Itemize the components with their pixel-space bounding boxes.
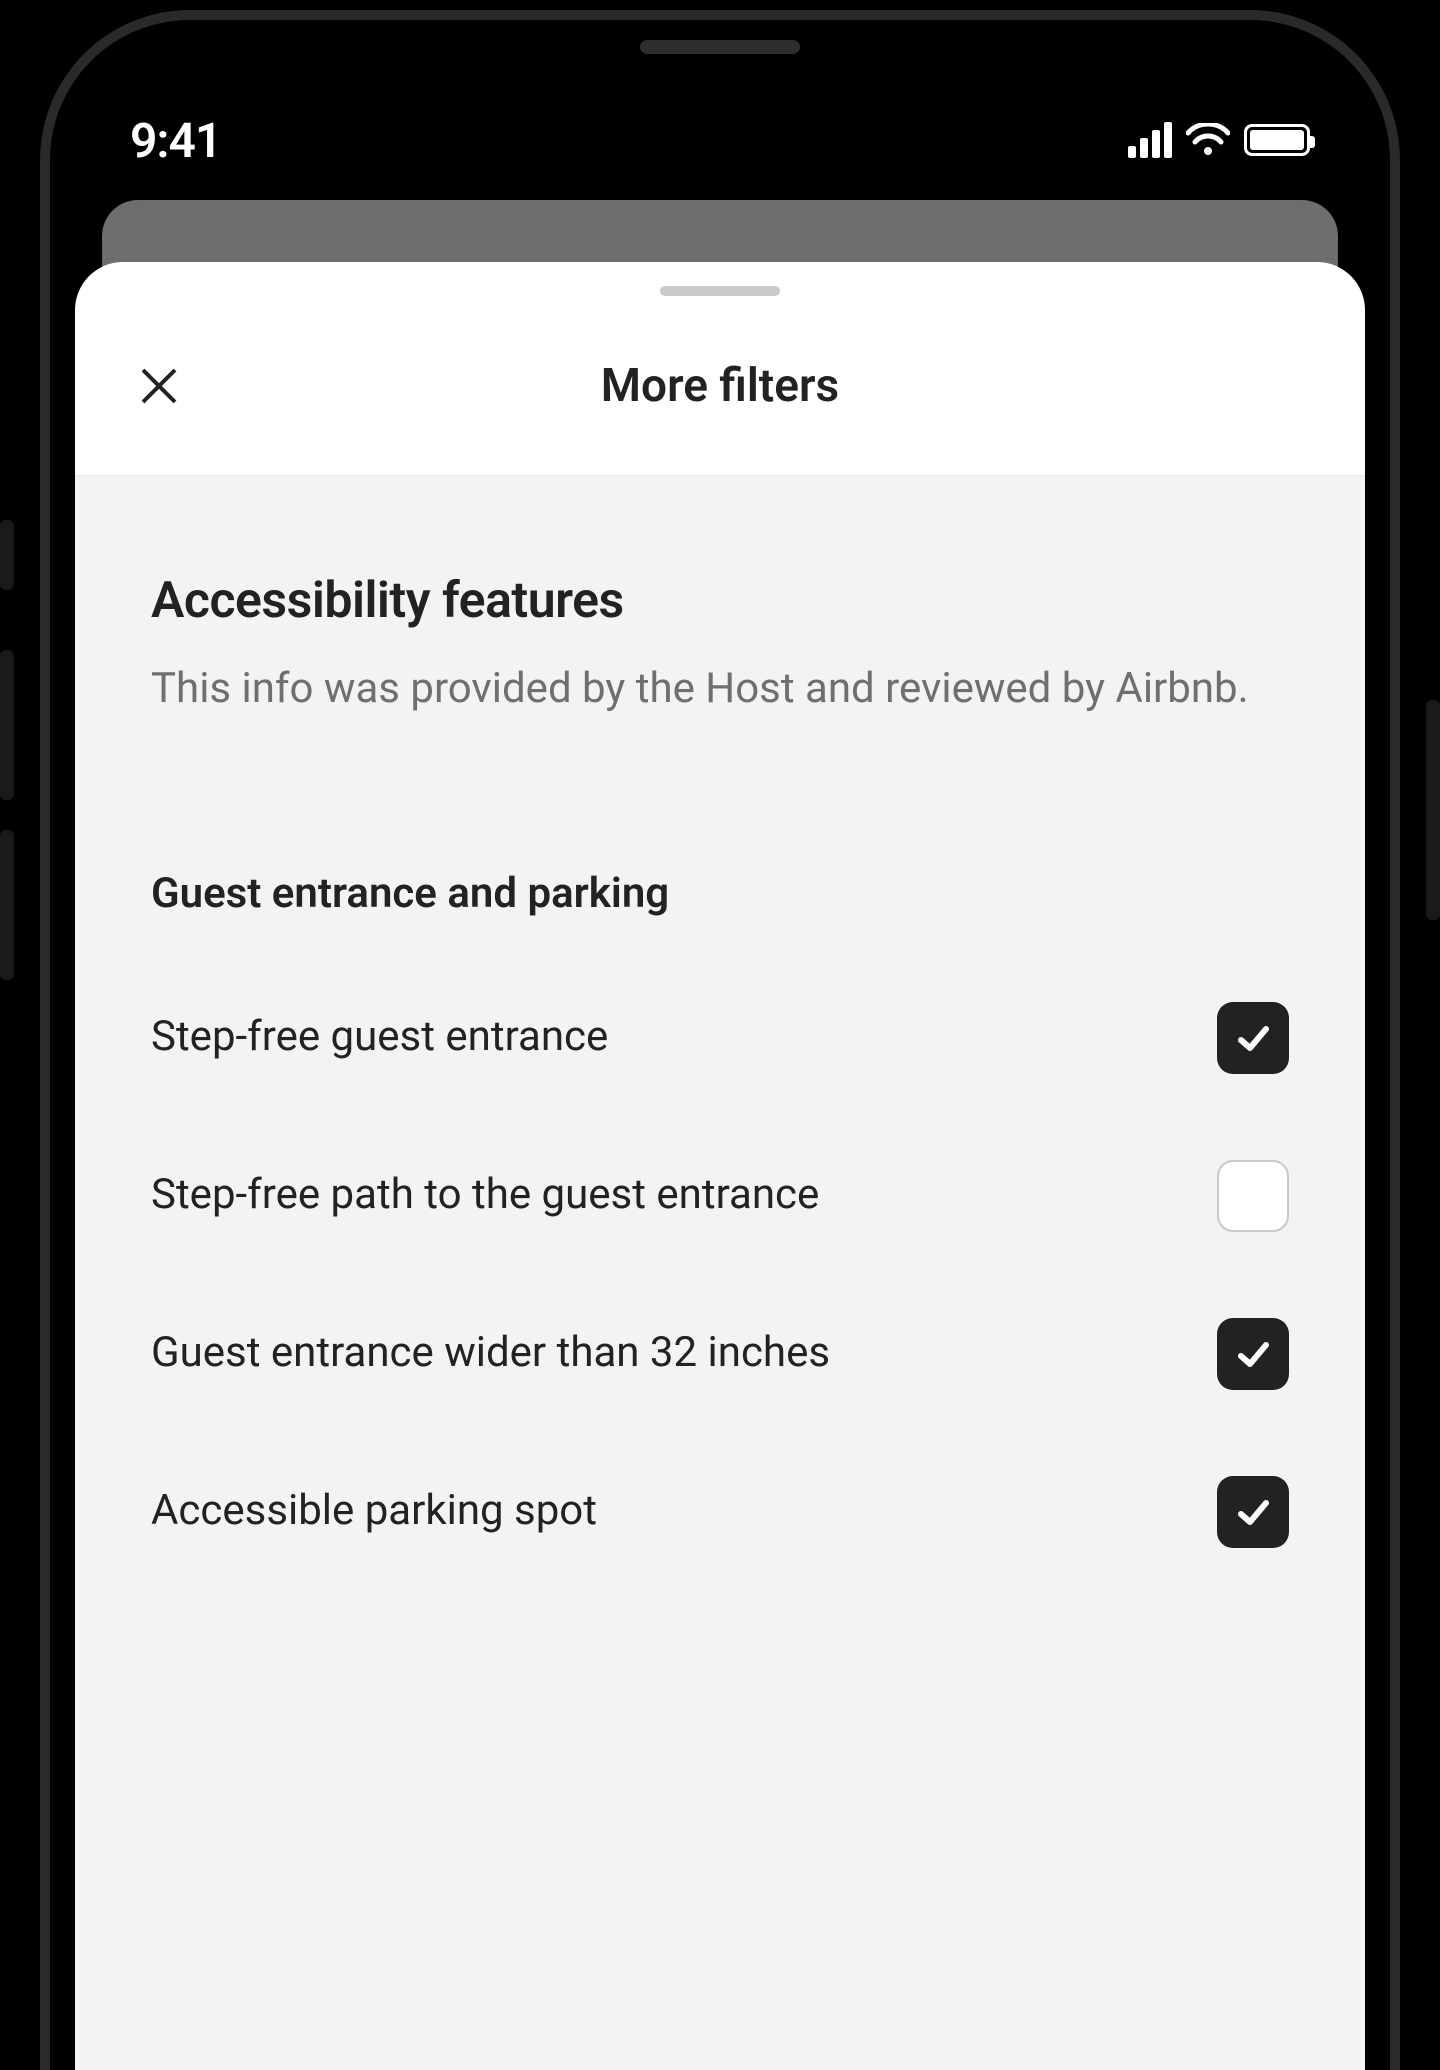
close-button[interactable] <box>129 356 189 416</box>
sheet-title: More filters <box>601 359 839 413</box>
option-row[interactable]: Accessible parking spot <box>151 1476 1289 1548</box>
check-icon <box>1233 1492 1273 1532</box>
sheet-body[interactable]: Accessibility features This info was pro… <box>75 476 1365 2070</box>
sheet-grabber[interactable] <box>660 286 780 296</box>
device-frame: 9:41 <box>0 0 1440 2070</box>
status-bar: 9:41 <box>130 100 1310 180</box>
checkbox-accessible-parking[interactable] <box>1217 1476 1289 1548</box>
volume-up-button <box>0 650 14 800</box>
checkbox-step-free-entrance[interactable] <box>1217 1002 1289 1074</box>
option-row[interactable]: Step-free guest entrance <box>151 1002 1289 1074</box>
option-row[interactable]: Guest entrance wider than 32 inches <box>151 1318 1289 1390</box>
group-title: Guest entrance and parking <box>151 869 1289 918</box>
wifi-icon <box>1186 123 1230 157</box>
option-label: Guest entrance wider than 32 inches <box>151 1325 830 1382</box>
check-icon <box>1233 1334 1273 1374</box>
close-icon <box>137 364 181 408</box>
check-icon <box>1233 1018 1273 1058</box>
option-label: Accessible parking spot <box>151 1483 597 1540</box>
power-button <box>1426 700 1440 920</box>
section-description: This info was provided by the Host and r… <box>151 660 1289 719</box>
cellular-signal-icon <box>1128 122 1172 158</box>
option-label: Step-free guest entrance <box>151 1009 608 1066</box>
section-title: Accessibility features <box>151 572 1289 630</box>
status-time: 9:41 <box>130 112 221 169</box>
checkbox-entrance-width[interactable] <box>1217 1318 1289 1390</box>
volume-down-button <box>0 830 14 980</box>
option-label: Step-free path to the guest entrance <box>151 1167 819 1224</box>
battery-icon <box>1244 124 1310 156</box>
sheet-header: More filters <box>75 296 1365 476</box>
mute-switch <box>0 520 14 590</box>
status-icons <box>1128 122 1310 158</box>
checkbox-step-free-path[interactable] <box>1217 1160 1289 1232</box>
filters-sheet: More filters Accessibility features This… <box>75 262 1365 2070</box>
option-row[interactable]: Step-free path to the guest entrance <box>151 1160 1289 1232</box>
speaker-grill <box>640 40 800 54</box>
